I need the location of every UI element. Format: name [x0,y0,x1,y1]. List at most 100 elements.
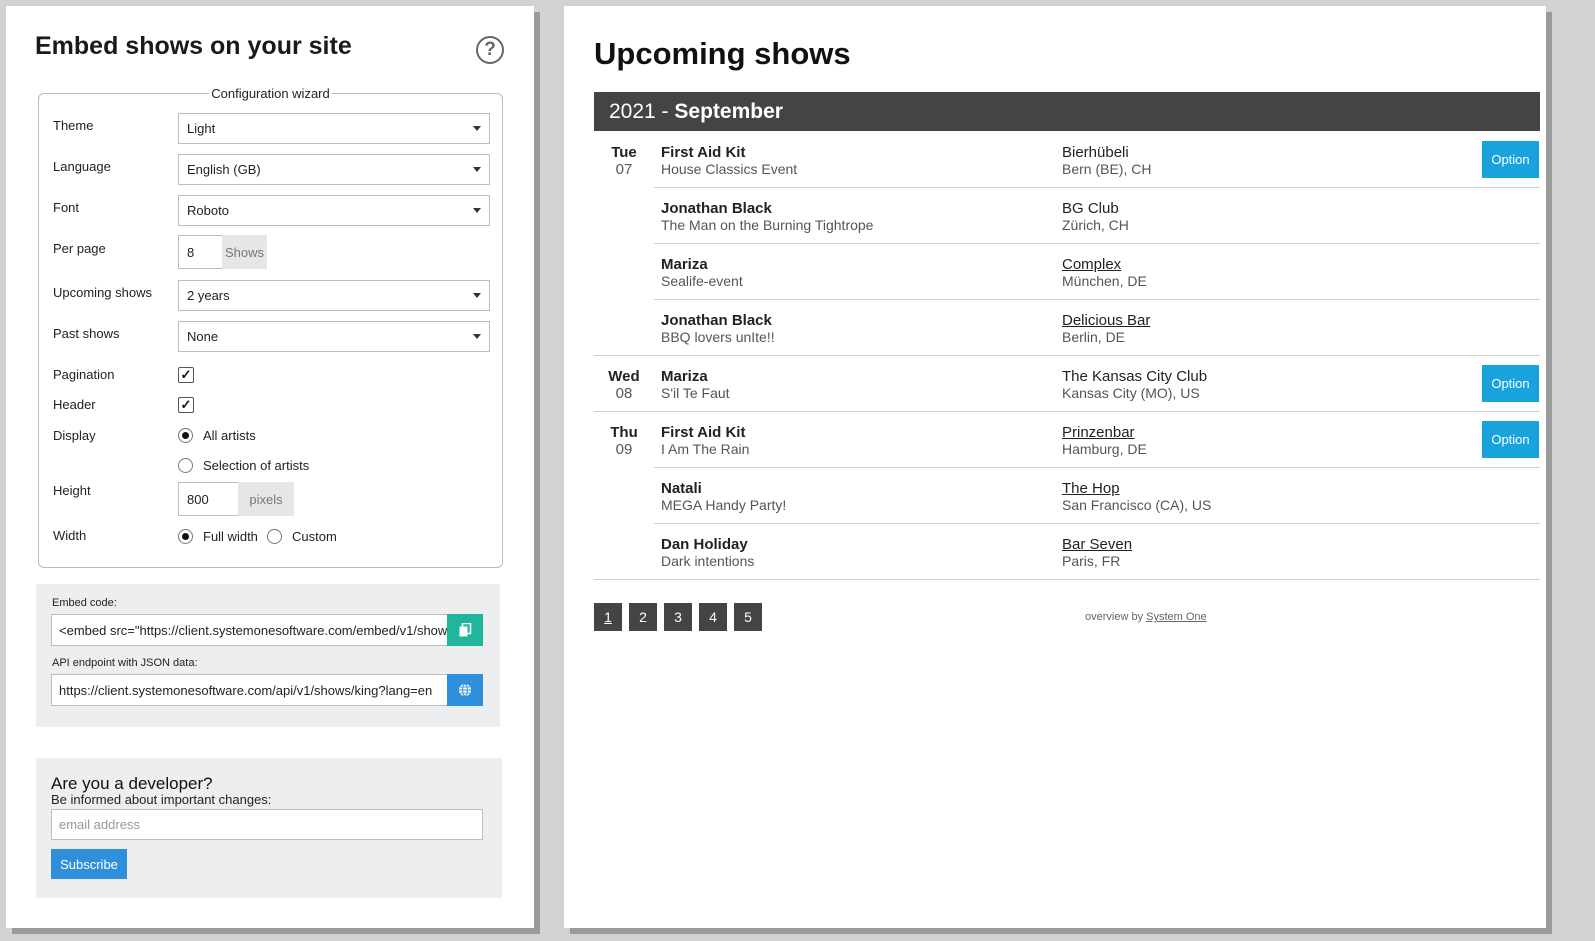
show-venue: Bierhübeli [1062,144,1129,161]
option-button[interactable]: Option [1482,141,1539,178]
credit-link[interactable]: System One [1146,611,1207,623]
subscribe-button[interactable]: Subscribe [51,849,127,879]
page-button-4[interactable]: 4 [699,603,727,631]
show-row: Natali MEGA Handy Party! The Hop San Franci… [594,468,1540,524]
show-row: Dan Holiday Dark intentions Bar Seven Paris… [594,524,1540,580]
chevron-down-icon [473,334,481,339]
show-date: Tue 07 [594,144,654,178]
show-city: Zürich, CH [1062,217,1129,233]
page-button-5[interactable]: 5 [734,603,762,631]
upcoming-shows-label: Upcoming shows [53,285,152,300]
row-divider [594,579,1540,580]
show-venue[interactable]: Prinzenbar [1062,424,1135,441]
chevron-down-icon [473,208,481,213]
show-event: I Am The Rain [661,441,750,457]
display-selection-label: Selection of artists [203,458,310,473]
show-venue[interactable]: Complex [1062,256,1121,273]
width-full-radio[interactable] [178,529,193,544]
width-custom-radio[interactable] [267,529,282,544]
display-selection-radio[interactable] [178,458,193,473]
show-city: Kansas City (MO), US [1062,385,1200,401]
page-button-3[interactable]: 3 [664,603,692,631]
theme-value: Light [187,121,216,136]
show-venue[interactable]: Delicious Bar [1062,312,1150,329]
month-year: 2021 [609,99,656,123]
page-button-1[interactable]: 1 [594,603,622,631]
display-all-artists-radio[interactable] [178,428,193,443]
chevron-down-icon [473,167,481,172]
show-weekday: Wed [608,368,640,385]
per-page-unit: Shows [222,235,267,269]
show-row: Wed 08 Mariza S'il Te Faut The Kansas City C… [594,356,1540,412]
header-checkbox[interactable]: ✓ [178,397,194,413]
width-custom-label: Custom [292,529,337,544]
show-artist: Jonathan Black [661,200,772,217]
font-select[interactable]: Roboto [178,195,490,226]
past-shows-value: None [187,329,219,344]
language-value: English (GB) [187,162,261,177]
show-artist: First Aid Kit [661,144,746,161]
display-label: Display [53,428,96,443]
show-artist: Jonathan Black [661,312,772,329]
show-venue[interactable]: Bar Seven [1062,536,1132,553]
per-page-input[interactable]: 8 [178,235,223,269]
show-artist: Natali [661,480,702,497]
embed-code-section: Embed code: <embed src="https://client.s… [36,584,500,727]
embed-code-input[interactable]: <embed src="https://client.systemonesoft… [51,614,448,646]
show-event: BBQ lovers unIte!! [661,329,775,345]
show-row: Tue 07 First Aid Kit House Classics Event Bi… [594,132,1540,188]
show-event: MEGA Handy Party! [661,497,787,513]
option-button[interactable]: Option [1482,365,1539,402]
show-event: The Man on the Burning Tightrope [661,217,874,233]
height-input[interactable]: 800 [178,482,239,516]
option-button[interactable]: Option [1482,421,1539,458]
email-field[interactable]: email address [51,809,483,840]
show-row: Jonathan Black The Man on the Burning Tig… [594,188,1540,244]
help-icon[interactable]: ? [476,36,504,64]
developer-title: Are you a developer? [51,774,213,793]
chevron-down-icon [473,126,481,131]
show-date: Wed 08 [594,368,654,402]
theme-select[interactable]: Light [178,113,490,144]
pagination-checkbox[interactable]: ✓ [178,367,194,383]
globe-icon [459,683,471,697]
show-city: Bern (BE), CH [1062,161,1152,177]
language-label: Language [53,159,111,174]
show-weekday: Tue [611,144,637,161]
width-full-label: Full width [203,529,258,544]
panel-title: Embed shows on your site [35,32,352,60]
show-city: Paris, FR [1062,553,1121,569]
show-venue[interactable]: The Hop [1062,480,1120,497]
language-select[interactable]: English (GB) [178,154,490,185]
show-day: 08 [615,385,633,402]
show-row: Jonathan Black BBQ lovers unIte!! Deliciou… [594,300,1540,356]
show-venue: The Kansas City Club [1062,368,1208,385]
show-weekday: Thu [610,424,638,441]
show-artist: First Aid Kit [661,424,746,441]
show-event: Dark intentions [661,553,755,569]
shows-list: Tue 07 First Aid Kit House Classics Event Bi… [594,132,1540,580]
upcoming-shows-select[interactable]: 2 years [178,280,490,311]
copy-button[interactable] [447,614,483,646]
open-api-button[interactable] [447,674,483,706]
show-row: Mariza Sealife-event Complex München, DE [594,244,1540,300]
height-label: Height [53,483,91,498]
month-separator: - [655,99,675,123]
month-header: 2021 - September [594,92,1540,131]
show-artist: Mariza [661,368,708,385]
developer-subtitle: Be informed about important changes: [51,792,272,807]
api-endpoint-label: API endpoint with JSON data: [52,657,198,669]
show-row: Thu 09 First Aid Kit I Am The Rain Prinzenba… [594,412,1540,468]
month-name: September [674,99,783,123]
height-unit: pixels [238,482,294,516]
page-button-2[interactable]: 2 [629,603,657,631]
show-event: S'il Te Faut [661,385,730,401]
font-value: Roboto [187,203,229,218]
developer-section: Are you a developer? Be informed about i… [36,758,502,898]
api-endpoint-input[interactable]: https://client.systemonesoftware.com/api… [51,674,448,706]
show-event: Sealife-event [661,273,743,289]
past-shows-select[interactable]: None [178,321,490,352]
embed-code-label: Embed code: [52,597,117,609]
show-city: München, DE [1062,273,1147,289]
header-label: Header [53,397,96,412]
